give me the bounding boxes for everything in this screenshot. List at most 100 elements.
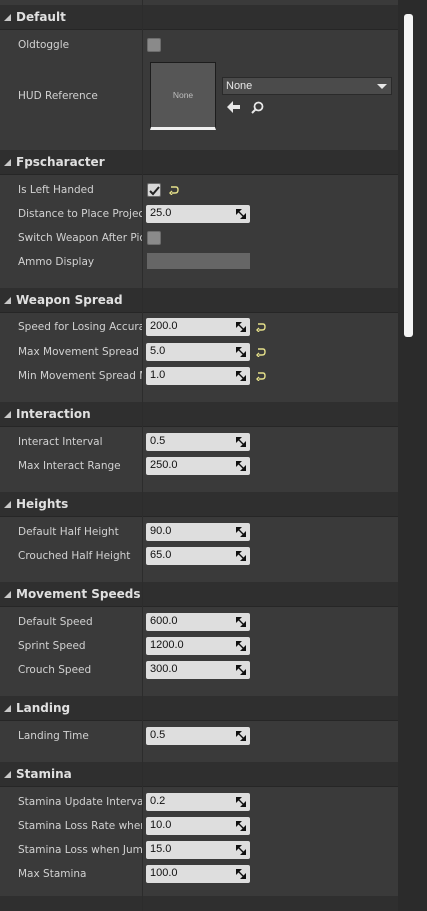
category-label: Weapon Spread — [16, 293, 123, 307]
drag-arrows-icon — [236, 845, 246, 855]
hud-reference-combo[interactable]: None — [222, 77, 392, 95]
property-label: Interact Interval — [18, 436, 103, 448]
property-label: Sprint Speed — [18, 640, 86, 652]
switch-weapon-checkbox[interactable] — [147, 231, 161, 245]
drag-arrows-icon — [236, 209, 246, 219]
panel-footer — [0, 896, 398, 911]
scrollbar-thumb[interactable] — [404, 14, 413, 337]
stamina-loss-jump-field[interactable]: 15.0 — [146, 841, 250, 859]
category-label: Default — [16, 10, 66, 24]
field-value: 90.0 — [150, 525, 172, 537]
category-stamina[interactable]: Stamina — [0, 762, 398, 787]
default-speed-field[interactable]: 600.0 — [146, 613, 250, 631]
field-value: 5.0 — [150, 345, 166, 357]
category-default[interactable]: Default — [0, 5, 398, 30]
max-movement-spread-field[interactable]: 5.0 — [146, 343, 250, 361]
column-splitter[interactable] — [142, 0, 143, 911]
collapse-triangle-icon[interactable] — [4, 297, 11, 304]
drag-arrows-icon — [236, 461, 246, 471]
crouched-half-height-field[interactable]: 65.0 — [146, 547, 250, 565]
oldtoggle-checkbox[interactable] — [147, 38, 161, 52]
collapse-triangle-icon[interactable] — [4, 705, 11, 712]
landing-time-field[interactable]: 0.5 — [146, 727, 250, 745]
field-value: 600.0 — [150, 615, 178, 627]
category-label: Stamina — [16, 767, 72, 781]
reset-to-default-icon[interactable] — [256, 347, 266, 357]
category-label: Interaction — [16, 407, 91, 421]
drag-arrows-icon — [236, 617, 246, 627]
property-label: Crouch Speed — [18, 664, 92, 676]
property-label: Is Left Handed — [18, 184, 94, 196]
search-icon[interactable] — [251, 101, 264, 114]
collapse-triangle-icon[interactable] — [4, 591, 11, 598]
field-value: 200.0 — [150, 320, 178, 332]
distance-to-place-field[interactable]: 25.0 — [146, 205, 250, 223]
asset-thumbnail[interactable]: None — [150, 62, 216, 130]
collapse-triangle-icon[interactable] — [4, 411, 11, 418]
property-label: Max Stamina — [18, 868, 87, 880]
drag-arrows-icon — [236, 371, 246, 381]
crouch-speed-field[interactable]: 300.0 — [146, 661, 250, 679]
property-sprint-speed: Sprint Speed 1200.0 — [0, 634, 398, 658]
arrow-left-icon[interactable] — [227, 101, 241, 113]
property-is-left-handed: Is Left Handed — [0, 178, 398, 202]
category-weapon-spread[interactable]: Weapon Spread — [0, 288, 398, 313]
max-stamina-field[interactable]: 100.0 — [146, 865, 250, 883]
drag-arrows-icon — [236, 641, 246, 651]
collapse-triangle-icon[interactable] — [4, 14, 11, 21]
min-movement-spread-field[interactable]: 1.0 — [146, 367, 250, 385]
drag-arrows-icon — [236, 821, 246, 831]
property-stamina-loss-rate: Stamina Loss Rate when 10.0 — [0, 814, 398, 838]
property-label: Speed for Losing Accurac — [18, 321, 142, 333]
field-value: 1.0 — [150, 369, 166, 381]
property-default-half-height: Default Half Height 90.0 — [0, 520, 398, 544]
property-crouch-speed: Crouch Speed 300.0 — [0, 658, 398, 682]
field-value: 25.0 — [150, 207, 172, 219]
drag-arrows-icon — [236, 869, 246, 879]
sprint-speed-field[interactable]: 1200.0 — [146, 637, 250, 655]
field-value: 10.0 — [150, 819, 172, 831]
is-left-handed-checkbox[interactable] — [147, 183, 161, 197]
category-interaction[interactable]: Interaction — [0, 402, 398, 427]
stamina-loss-rate-field[interactable]: 10.0 — [146, 817, 250, 835]
property-landing-time: Landing Time 0.5 — [0, 724, 398, 748]
chevron-down-icon — [377, 84, 387, 89]
default-half-height-field[interactable]: 90.0 — [146, 523, 250, 541]
property-crouched-half-height: Crouched Half Height 65.0 — [0, 544, 398, 568]
reset-to-default-icon[interactable] — [256, 322, 266, 332]
property-label: Landing Time — [18, 730, 89, 742]
field-value: 250.0 — [150, 459, 178, 471]
property-max-interact-range: Max Interact Range 250.0 — [0, 454, 398, 478]
property-label: Stamina Loss Rate when — [18, 820, 142, 832]
category-landing[interactable]: Landing — [0, 696, 398, 721]
property-label: Distance to Place Project — [18, 208, 142, 220]
property-ammo-display: Ammo Display — [0, 250, 398, 274]
property-speed-losing: Speed for Losing Accurac 200.0 — [0, 315, 398, 339]
property-label: Stamina Update Interval — [18, 796, 142, 808]
drag-arrows-icon — [236, 347, 246, 357]
category-heights[interactable]: Heights — [0, 492, 398, 517]
speed-losing-field[interactable]: 200.0 — [146, 318, 250, 336]
reset-to-default-icon[interactable] — [169, 185, 179, 195]
category-movement-speeds[interactable]: Movement Speeds — [0, 582, 398, 607]
drag-arrows-icon — [236, 551, 246, 561]
stamina-update-interval-field[interactable]: 0.2 — [146, 793, 250, 811]
collapse-triangle-icon[interactable] — [4, 501, 11, 508]
category-fpscharacter[interactable]: Fpscharacter — [0, 150, 398, 175]
field-value: 0.5 — [150, 729, 166, 741]
drag-arrows-icon — [236, 437, 246, 447]
property-default-speed: Default Speed 600.0 — [0, 610, 398, 634]
field-value: 300.0 — [150, 663, 178, 675]
interact-interval-field[interactable]: 0.5 — [146, 433, 250, 451]
ammo-display-field[interactable] — [147, 253, 250, 269]
max-interact-range-field[interactable]: 250.0 — [146, 457, 250, 475]
property-label: Default Speed — [18, 616, 93, 628]
property-distance-to-place: Distance to Place Project 25.0 — [0, 202, 398, 226]
property-label: Default Half Height — [18, 526, 119, 538]
combo-value: None — [226, 80, 253, 92]
reset-to-default-icon[interactable] — [256, 371, 266, 381]
field-value: 100.0 — [150, 867, 178, 879]
checkmark-icon — [149, 186, 160, 196]
collapse-triangle-icon[interactable] — [4, 159, 11, 166]
collapse-triangle-icon[interactable] — [4, 771, 11, 778]
